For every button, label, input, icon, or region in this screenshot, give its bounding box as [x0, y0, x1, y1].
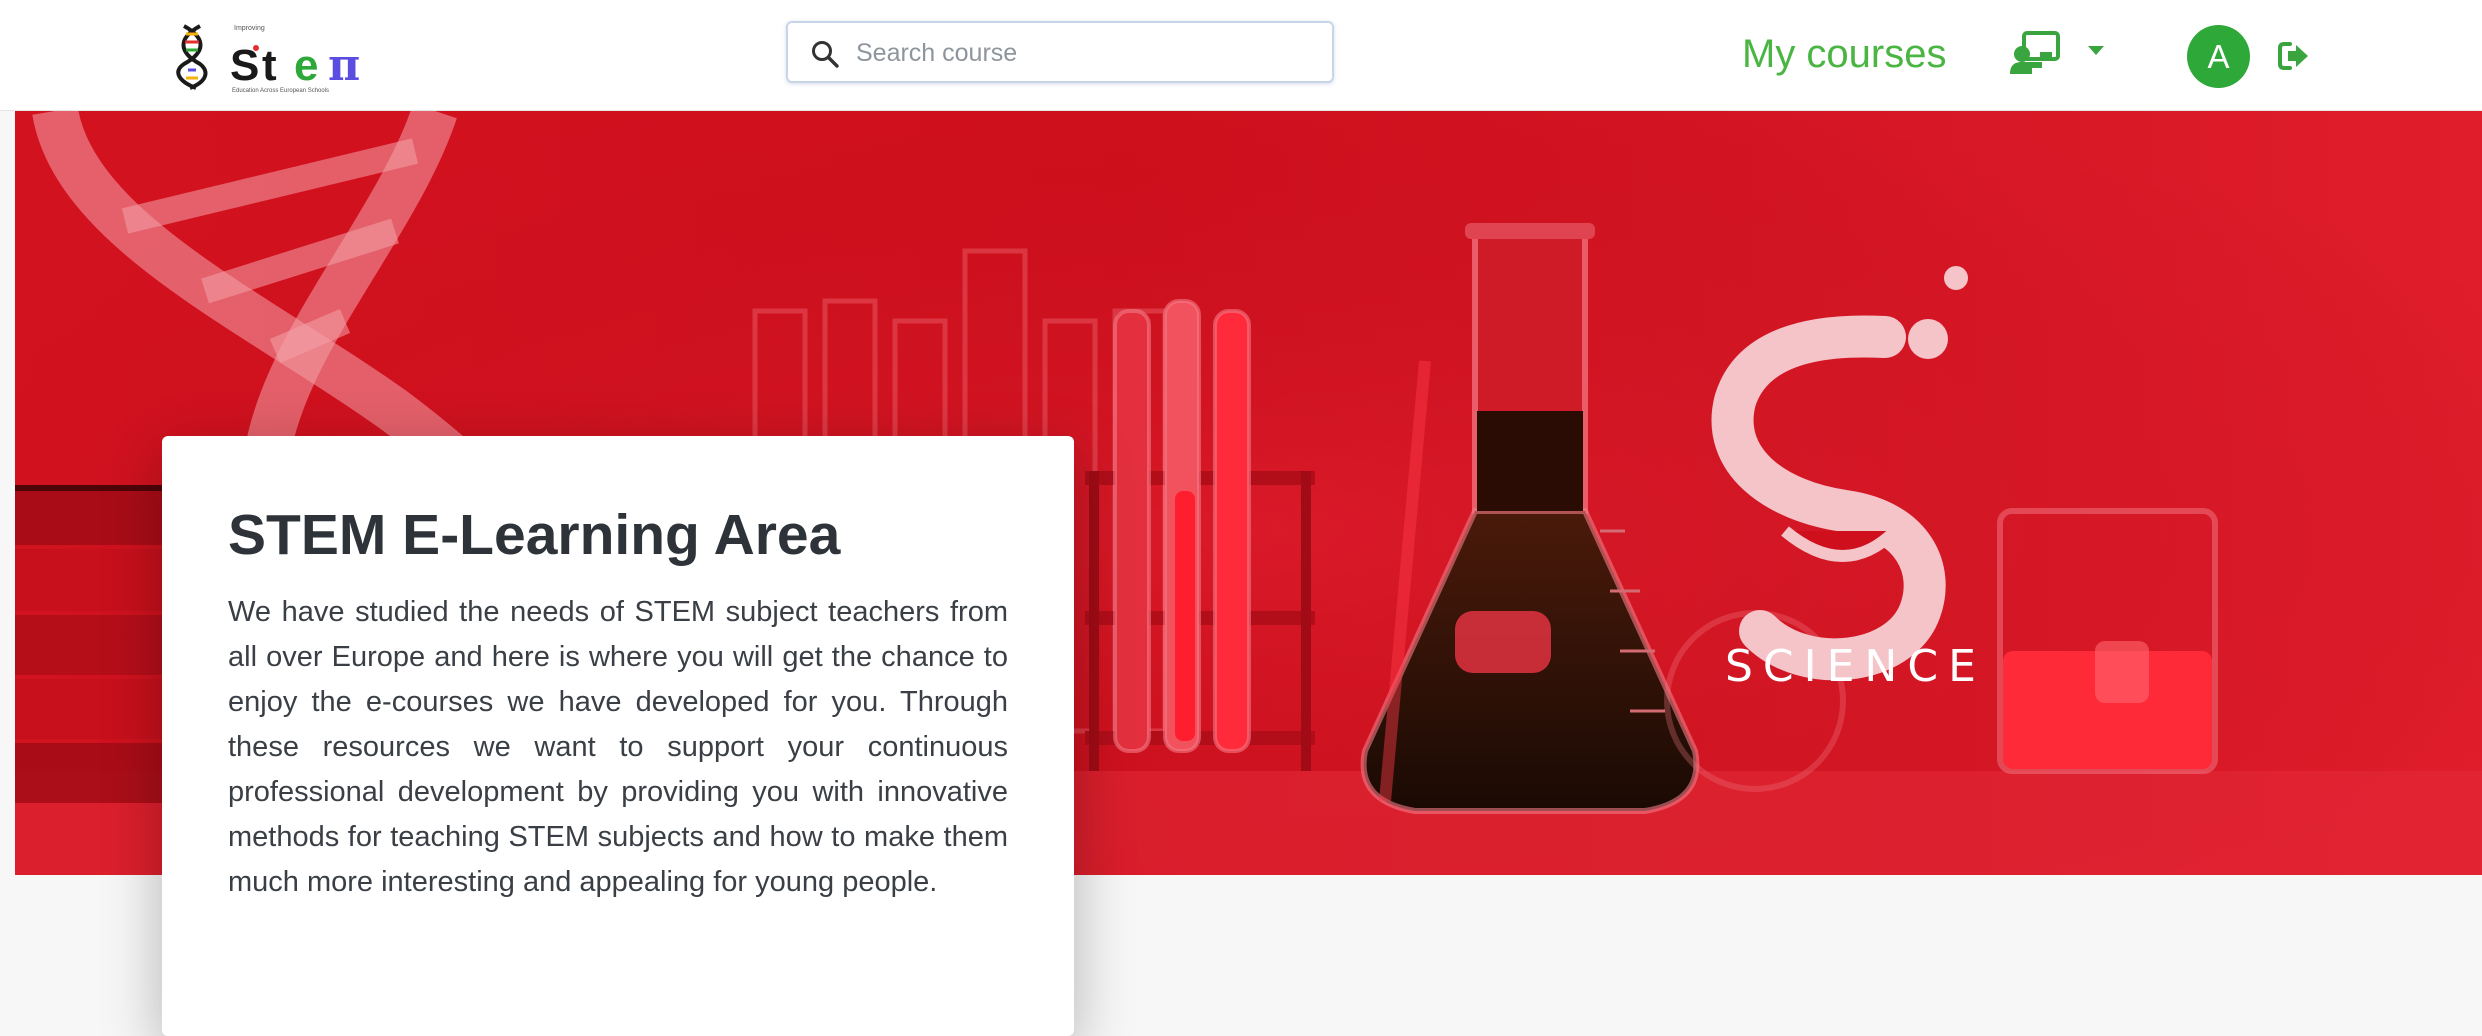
page-title: STEM E-Learning Area — [228, 503, 841, 567]
site-logo[interactable]: S t e π Improving Education Across Europ… — [176, 18, 386, 94]
svg-text:π: π — [328, 40, 360, 91]
search-input[interactable] — [854, 23, 1318, 83]
search-box — [786, 21, 1334, 83]
chevron-down-icon — [2088, 46, 2104, 55]
intro-description: We have studied the needs of STEM subjec… — [228, 596, 1008, 898]
svg-text:Improving: Improving — [234, 25, 265, 32]
svg-text:t: t — [262, 41, 277, 90]
user-avatar[interactable]: A — [2187, 25, 2250, 88]
logout-icon[interactable] — [2276, 38, 2312, 74]
top-header: S t e π Improving Education Across Europ… — [0, 0, 2482, 111]
teacher-menu-dropdown[interactable] — [2008, 30, 2108, 80]
svg-text:Education Across European Scho: Education Across European Schools — [232, 88, 329, 94]
svg-text:e: e — [294, 41, 318, 90]
intro-card: STEM E-Learning Area We have studied the… — [162, 436, 1074, 1036]
science-label: SCIENCE — [1725, 641, 1986, 692]
chalkboard-teacher-icon — [2010, 31, 2060, 74]
stem-logo-icon: S t e π Improving Education Across Europ… — [176, 24, 360, 94]
my-courses-link[interactable]: My courses — [1742, 28, 1947, 80]
search-icon[interactable] — [810, 39, 840, 69]
